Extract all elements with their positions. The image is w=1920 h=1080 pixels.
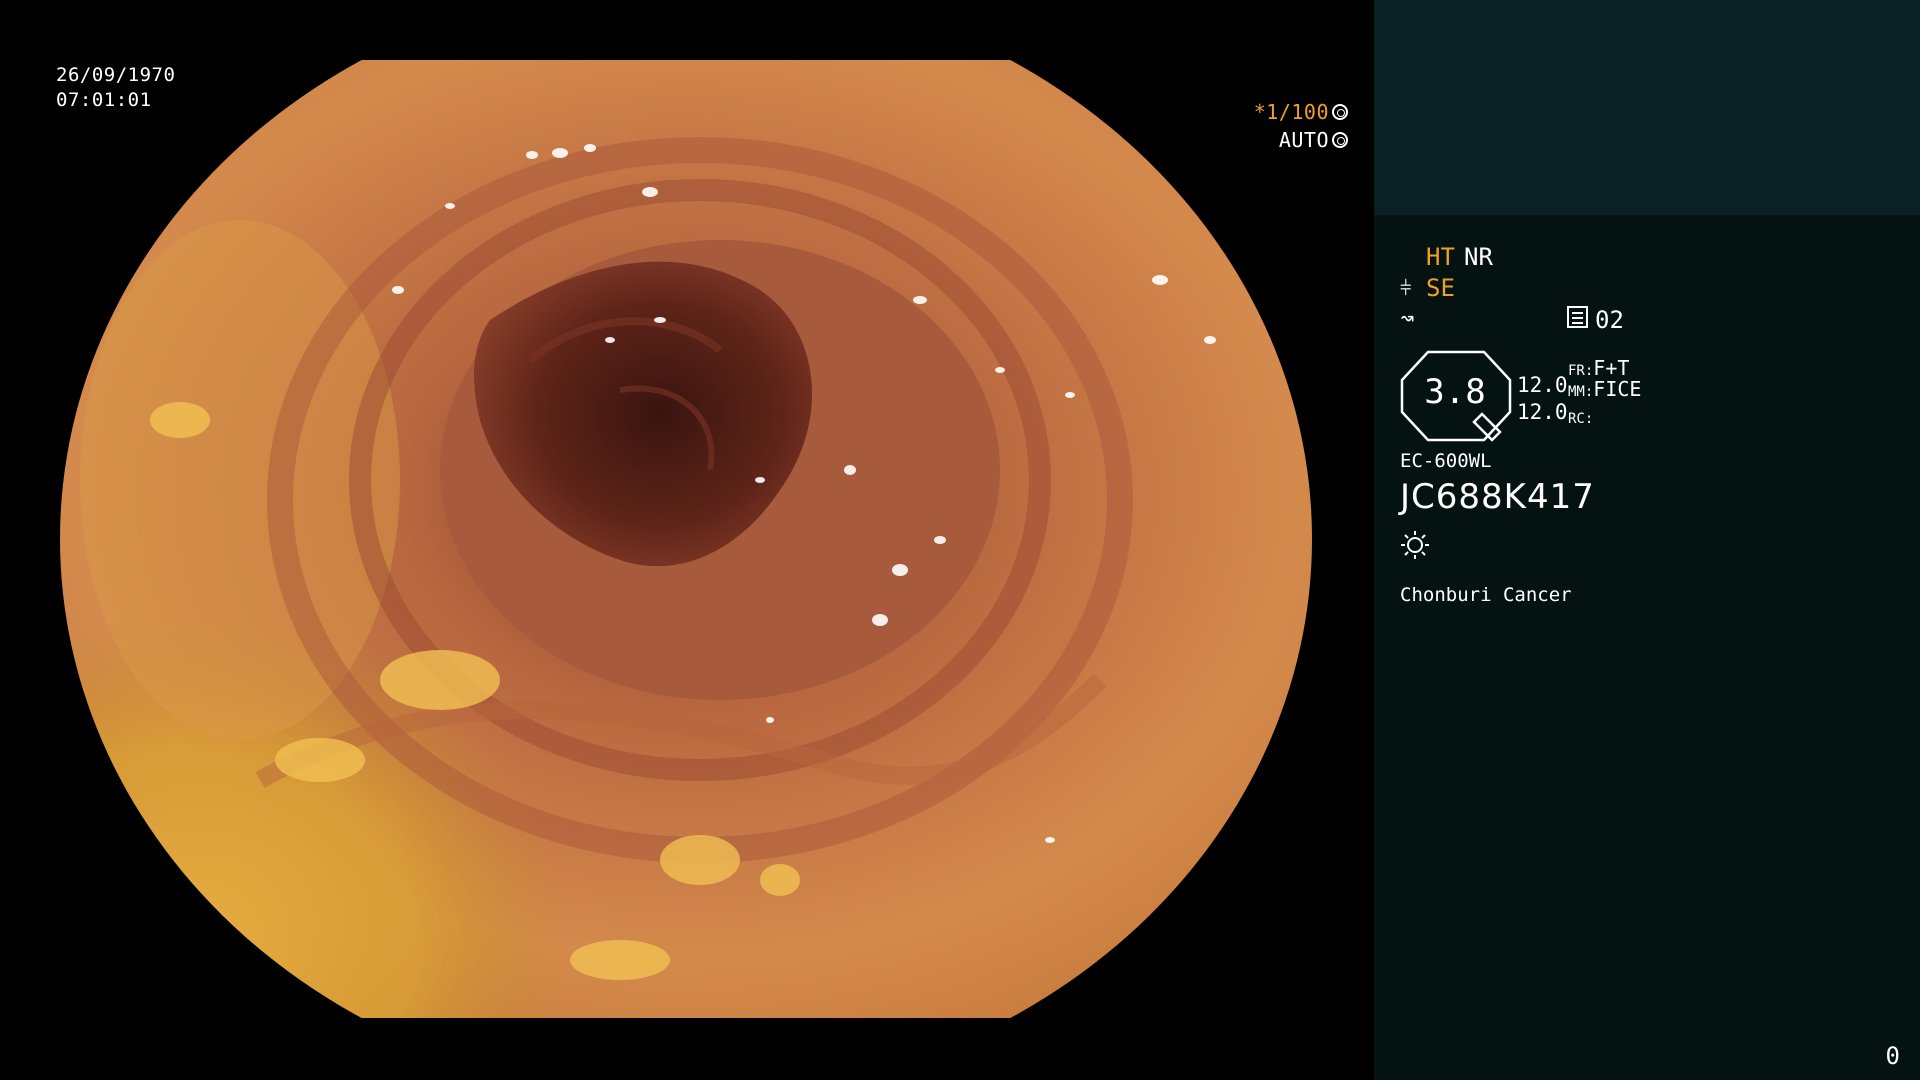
mm-value: FICE bbox=[1593, 377, 1642, 401]
document-icon bbox=[1567, 306, 1588, 328]
panel-header-area bbox=[1374, 0, 1920, 215]
zigzag-icon: ↝ bbox=[1400, 304, 1415, 332]
time-text: 07:01:01 bbox=[56, 89, 152, 111]
site-name: Chonburi Cancer bbox=[1400, 584, 1572, 606]
shutter-speed-text: *1/100 bbox=[1253, 100, 1329, 124]
scope-serial: JC688K417 bbox=[1400, 477, 1595, 517]
iris-mode-text: AUTO bbox=[1278, 128, 1329, 152]
page-number: 02 bbox=[1595, 306, 1624, 334]
light-source-icon bbox=[1401, 531, 1429, 559]
zoom-value: 3.8 bbox=[1424, 372, 1486, 412]
structure-enhance-icon: ⫩ bbox=[1400, 276, 1412, 300]
frame-counter: 0 bbox=[1885, 1042, 1900, 1070]
datetime-overlay: 26/09/1970 07:01:01 bbox=[56, 63, 175, 113]
mode-se-label: SE bbox=[1426, 274, 1455, 302]
value-a: 12.0 bbox=[1517, 373, 1568, 397]
endoscope-view: 26/09/1970 07:01:01 *1/100 AUTO bbox=[0, 0, 1374, 1080]
aperture-icon bbox=[1332, 104, 1348, 120]
mode-nr-label: NR bbox=[1464, 243, 1493, 271]
rc-row: RC: bbox=[1568, 400, 1593, 434]
rc-label: RC: bbox=[1568, 411, 1594, 427]
scope-model: EC-600WL bbox=[1400, 450, 1492, 472]
shutter-row: *1/100 bbox=[1254, 98, 1348, 126]
date-text: 26/09/1970 bbox=[56, 64, 176, 86]
iris-icon bbox=[1332, 132, 1348, 148]
mm-label: MM: bbox=[1568, 384, 1594, 400]
value-b: 12.0 bbox=[1517, 400, 1568, 424]
info-panel: HT NR ⫩ SE ↝ 02 3.8 12.0 12.0 FR:F+T MM:… bbox=[1374, 0, 1920, 1080]
endoscopic-image bbox=[60, 60, 1312, 1018]
exposure-overlay: *1/100 AUTO bbox=[1254, 98, 1348, 154]
mode-ht-label: HT bbox=[1426, 243, 1455, 271]
iris-row: AUTO bbox=[1254, 126, 1348, 154]
